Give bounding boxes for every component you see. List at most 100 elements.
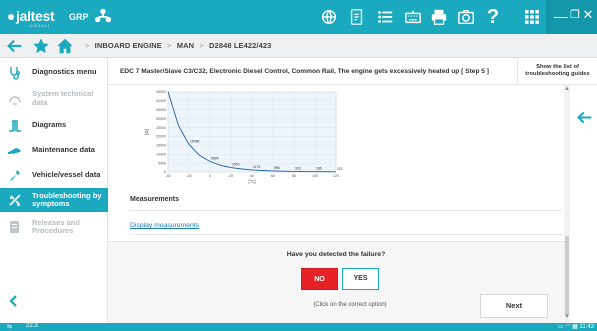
version-label: 22.3	[26, 323, 38, 329]
troubleshooting-icon	[8, 193, 22, 207]
sidebar-item-diagnostics-menu[interactable]: Diagnostics menu	[0, 60, 108, 85]
sidebar-item-diagrams[interactable]: Diagrams	[0, 113, 108, 138]
chart-x-tick-label: 60	[271, 174, 275, 178]
step-content: 0 5000 10000 15000 20000 25000 30000 35000 40000…	[108, 85, 564, 241]
breadcrumb-separator: >	[85, 41, 90, 50]
chart-y-tick-label: 25000	[156, 126, 166, 130]
sidebar-item-label: Vehicle/vessel data	[32, 170, 101, 180]
display-measurements-link[interactable]: Display measurements	[130, 222, 199, 229]
diagnostics-icon	[8, 66, 22, 80]
show-guides-button[interactable]: Show the list of troubleshooting guides	[517, 58, 597, 85]
logo-text: jaltest	[16, 8, 55, 24]
sidebar: Diagnostics menu System technical data D…	[0, 58, 108, 323]
chart-x-tick-label: -40	[165, 174, 170, 178]
breadcrumb-item-model[interactable]: D2848 LE422/423	[209, 41, 271, 50]
wifi-icon: ◠	[565, 324, 571, 330]
battery-icon: ▭	[557, 324, 564, 330]
sidebar-item-releases-procedures[interactable]: Releases and Procedures	[0, 213, 108, 241]
page-title: EDC 7 Master/Slave C3/C32, Electronic Di…	[120, 68, 489, 75]
scroll-up-icon[interactable]: ▲	[564, 86, 570, 92]
grp-network-icon[interactable]	[94, 7, 112, 25]
top-bar: jaltest COJALI GRP ? — ❐ ✕	[0, 0, 597, 34]
sidebar-item-vehicle-data[interactable]: Vehicle/vessel data	[0, 163, 108, 188]
chart-y-tick-label: 10000	[156, 152, 166, 156]
chart-x-tick-label: 40	[250, 174, 254, 178]
apps-grid-icon[interactable]	[524, 9, 540, 25]
sidebar-item-troubleshooting[interactable]: Troubleshooting by symptoms	[0, 188, 108, 212]
logo-dot	[8, 14, 14, 21]
procedures-icon	[8, 220, 22, 234]
logo-subtext: COJALI	[30, 23, 51, 28]
technical-data-icon	[8, 92, 22, 106]
keyboard-icon[interactable]	[404, 8, 422, 26]
chart-x-tick-label: 100	[312, 174, 318, 178]
chart-y-axis-label: [Ω]	[144, 129, 149, 134]
back-step-arrow-icon[interactable]	[576, 109, 593, 126]
status-bar: ⇆ 22.3 ▭ ◠ ▦ 11:43	[0, 323, 597, 331]
ntc-resistance-chart: 0 5000 10000 15000 20000 25000 30000 35000 40000…	[138, 88, 343, 188]
sidebar-item-label: Diagnostics menu	[32, 67, 97, 77]
chart-data-label: 323	[295, 166, 301, 170]
chart-x-tick-label: 0	[209, 174, 211, 178]
no-button[interactable]: NO	[301, 268, 338, 290]
breadcrumb: > INBOARD ENGINE > MAN > D2848 LE422/423	[82, 41, 271, 50]
chart-data-label: 15458	[190, 140, 200, 144]
close-button[interactable]: ✕	[579, 7, 597, 23]
chart-y-tick-label: 35000	[156, 108, 166, 112]
breadcrumb-separator: >	[167, 41, 172, 50]
usb-icon: ⇆	[7, 324, 13, 330]
calendar-icon: ▦	[572, 324, 578, 330]
product-label: GRP	[69, 12, 89, 22]
sidebar-item-label: Troubleshooting by symptoms	[32, 190, 102, 208]
question-text: Have you detected the failure?	[286, 251, 386, 258]
status-right: ▭ ◠ ▦ 11:43	[510, 323, 594, 330]
print-icon[interactable]	[430, 8, 448, 26]
chart-x-axis-label: [°C]	[248, 179, 255, 184]
chart-data-label: 1175	[253, 165, 260, 169]
chart-y-tick-label: 40000	[156, 99, 166, 103]
scrollbar-thumb[interactable]	[565, 236, 569, 316]
breadcrumb-item-category[interactable]: INBOARD ENGINE	[95, 41, 162, 50]
chart-y-tick-label: 5000	[158, 161, 166, 165]
divider	[130, 234, 562, 235]
chart-data-label: 186	[316, 167, 322, 171]
chart-x-tick-label: 20	[229, 174, 233, 178]
breadcrumb-item-brand[interactable]: MAN	[177, 41, 194, 50]
scroll-down-icon[interactable]: ▼	[564, 314, 570, 320]
sidebar-item-label: Diagrams	[32, 120, 67, 130]
back-arrow-icon[interactable]	[6, 37, 24, 55]
language-icon[interactable]	[320, 8, 338, 26]
home-icon[interactable]	[56, 37, 74, 55]
yes-button[interactable]: YES	[342, 268, 379, 290]
report-icon[interactable]	[348, 8, 366, 26]
chart-data-label: 2500	[232, 163, 240, 167]
list-icon[interactable]	[376, 8, 394, 26]
chart-y-tick-label: 15000	[156, 144, 166, 148]
chart-x-tick-label: -20	[186, 174, 191, 178]
question-panel: Have you detected the failure? NO YES (C…	[108, 241, 564, 323]
next-button[interactable]: Next	[480, 294, 548, 318]
favorites-star-icon[interactable]	[32, 37, 50, 55]
sidebar-item-label: System technical data	[32, 89, 94, 107]
maintenance-icon	[8, 144, 22, 158]
camera-icon[interactable]	[457, 8, 475, 26]
chart-y-tick-label: 45000	[156, 90, 166, 94]
page-header: EDC 7 Master/Slave C3/C32, Electronic Di…	[108, 58, 517, 85]
chart-y-tick-label: 20000	[156, 135, 166, 139]
chart-svg: 0 5000 10000 15000 20000 25000 30000 35000 40000…	[144, 90, 343, 184]
sidebar-item-maintenance-data[interactable]: Maintenance data	[0, 138, 108, 163]
clock: 11:43	[579, 324, 594, 330]
diagrams-icon	[8, 119, 22, 133]
chart-data-label: 596	[274, 166, 280, 170]
sidebar-item-system-technical-data[interactable]: System technical data	[0, 85, 108, 112]
app-logo: jaltest COJALI	[8, 8, 55, 28]
sidebar-item-label: Maintenance data	[32, 145, 95, 155]
nav-bar: > INBOARD ENGINE > MAN > D2848 LE422/423	[0, 34, 597, 58]
breadcrumb-separator: >	[199, 41, 204, 50]
sidebar-collapse-icon[interactable]	[7, 294, 21, 308]
chart-data-label: 113	[337, 167, 343, 171]
measurements-title: Measurements	[130, 196, 180, 203]
sidebar-item-label: Releases and Procedures	[32, 217, 80, 235]
chart-y-tick-label: 30000	[156, 117, 166, 121]
help-icon[interactable]: ?	[484, 7, 502, 27]
